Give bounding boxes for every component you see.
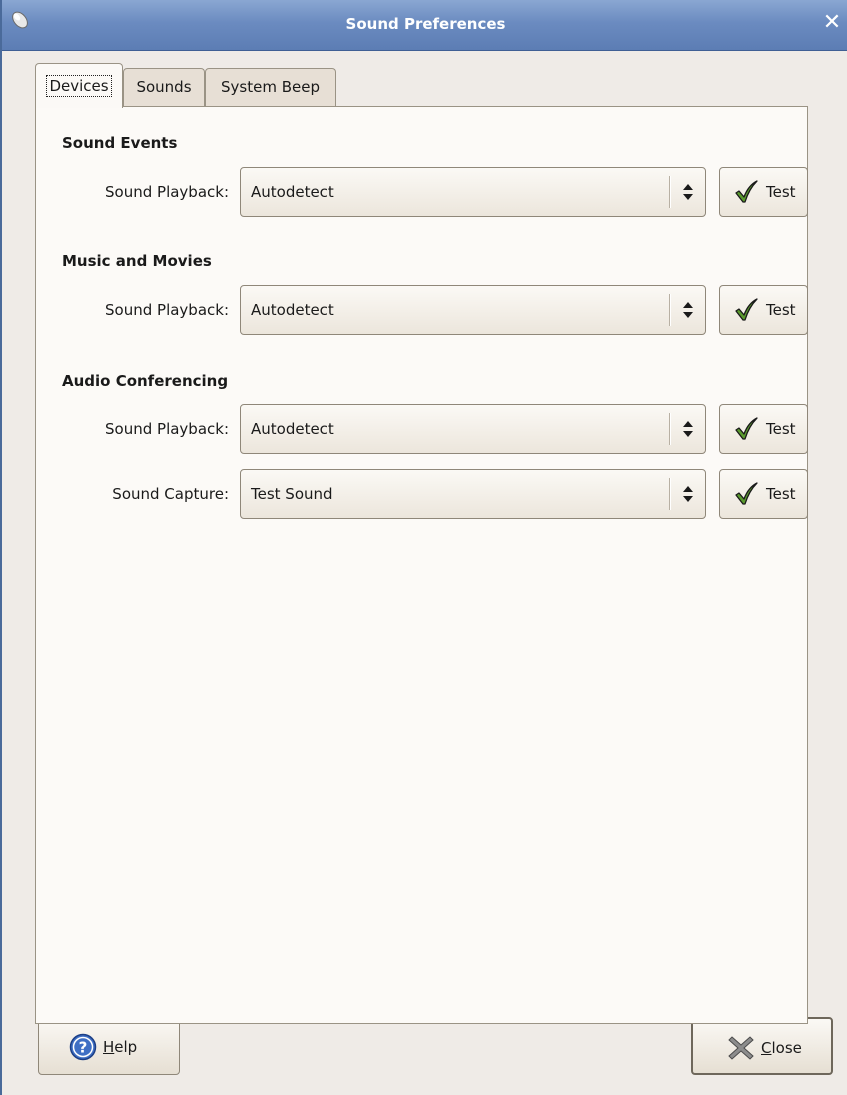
- close-button[interactable]: Close: [691, 1017, 833, 1075]
- audio-conferencing-capture-label: Sound Capture:: [112, 485, 229, 503]
- titlebar[interactable]: Sound Preferences ✕: [2, 0, 847, 51]
- up-down-arrows-icon: [683, 421, 693, 437]
- help-button-label: Help: [103, 1038, 138, 1056]
- test-label: Test: [766, 420, 796, 438]
- up-down-arrows-icon: [683, 486, 693, 502]
- test-label: Test: [766, 183, 796, 201]
- sound-events-playback-label: Sound Playback:: [105, 183, 229, 201]
- sound-preferences-window: Sound Preferences ✕ Devices Sounds Syste…: [0, 0, 847, 1095]
- tab-sounds-label: Sounds: [136, 78, 192, 96]
- checkmark-icon: [735, 417, 758, 440]
- svg-text:?: ?: [79, 1039, 88, 1057]
- audio-conferencing-playback-test-button[interactable]: Test: [719, 404, 808, 454]
- help-icon: ?: [69, 1033, 97, 1061]
- close-icon: [728, 1036, 754, 1060]
- checkmark-icon: [735, 482, 758, 505]
- audio-conferencing-capture-test-button[interactable]: Test: [719, 469, 808, 519]
- tab-system-beep-label: System Beep: [221, 78, 320, 96]
- combo-separator: [669, 413, 671, 445]
- tab-sounds[interactable]: Sounds: [123, 68, 205, 106]
- help-button[interactable]: ? Help: [38, 1017, 180, 1075]
- combo-value: Autodetect: [251, 301, 334, 319]
- sound-events-heading: Sound Events: [62, 134, 178, 152]
- window-title: Sound Preferences: [345, 15, 506, 33]
- sound-events-test-button[interactable]: Test: [719, 167, 808, 217]
- up-down-arrows-icon: [683, 302, 693, 318]
- up-down-arrows-icon: [683, 184, 693, 200]
- close-button-label: Close: [761, 1039, 802, 1057]
- checkmark-icon: [735, 298, 758, 321]
- sound-events-playback-combo[interactable]: Autodetect: [240, 167, 706, 217]
- tab-system-beep[interactable]: System Beep: [205, 68, 336, 106]
- music-movies-playback-label: Sound Playback:: [105, 301, 229, 319]
- audio-conferencing-capture-combo[interactable]: Test Sound: [240, 469, 706, 519]
- combo-separator: [669, 294, 671, 326]
- tab-devices[interactable]: Devices: [35, 63, 123, 108]
- devices-panel: [35, 106, 808, 1024]
- audio-conferencing-heading: Audio Conferencing: [62, 372, 229, 390]
- combo-separator: [669, 478, 671, 510]
- combo-value: Autodetect: [251, 183, 334, 201]
- checkmark-icon: [735, 180, 758, 203]
- tab-devices-label: Devices: [46, 75, 112, 97]
- combo-value: Test Sound: [251, 485, 333, 503]
- test-label: Test: [766, 485, 796, 503]
- test-label: Test: [766, 301, 796, 319]
- audio-conferencing-playback-label: Sound Playback:: [105, 420, 229, 438]
- music-movies-heading: Music and Movies: [62, 252, 212, 270]
- music-movies-test-button[interactable]: Test: [719, 285, 808, 335]
- audio-conferencing-playback-combo[interactable]: Autodetect: [240, 404, 706, 454]
- combo-separator: [669, 176, 671, 208]
- combo-value: Autodetect: [251, 420, 334, 438]
- window-close-icon[interactable]: ✕: [821, 12, 843, 34]
- music-movies-playback-combo[interactable]: Autodetect: [240, 285, 706, 335]
